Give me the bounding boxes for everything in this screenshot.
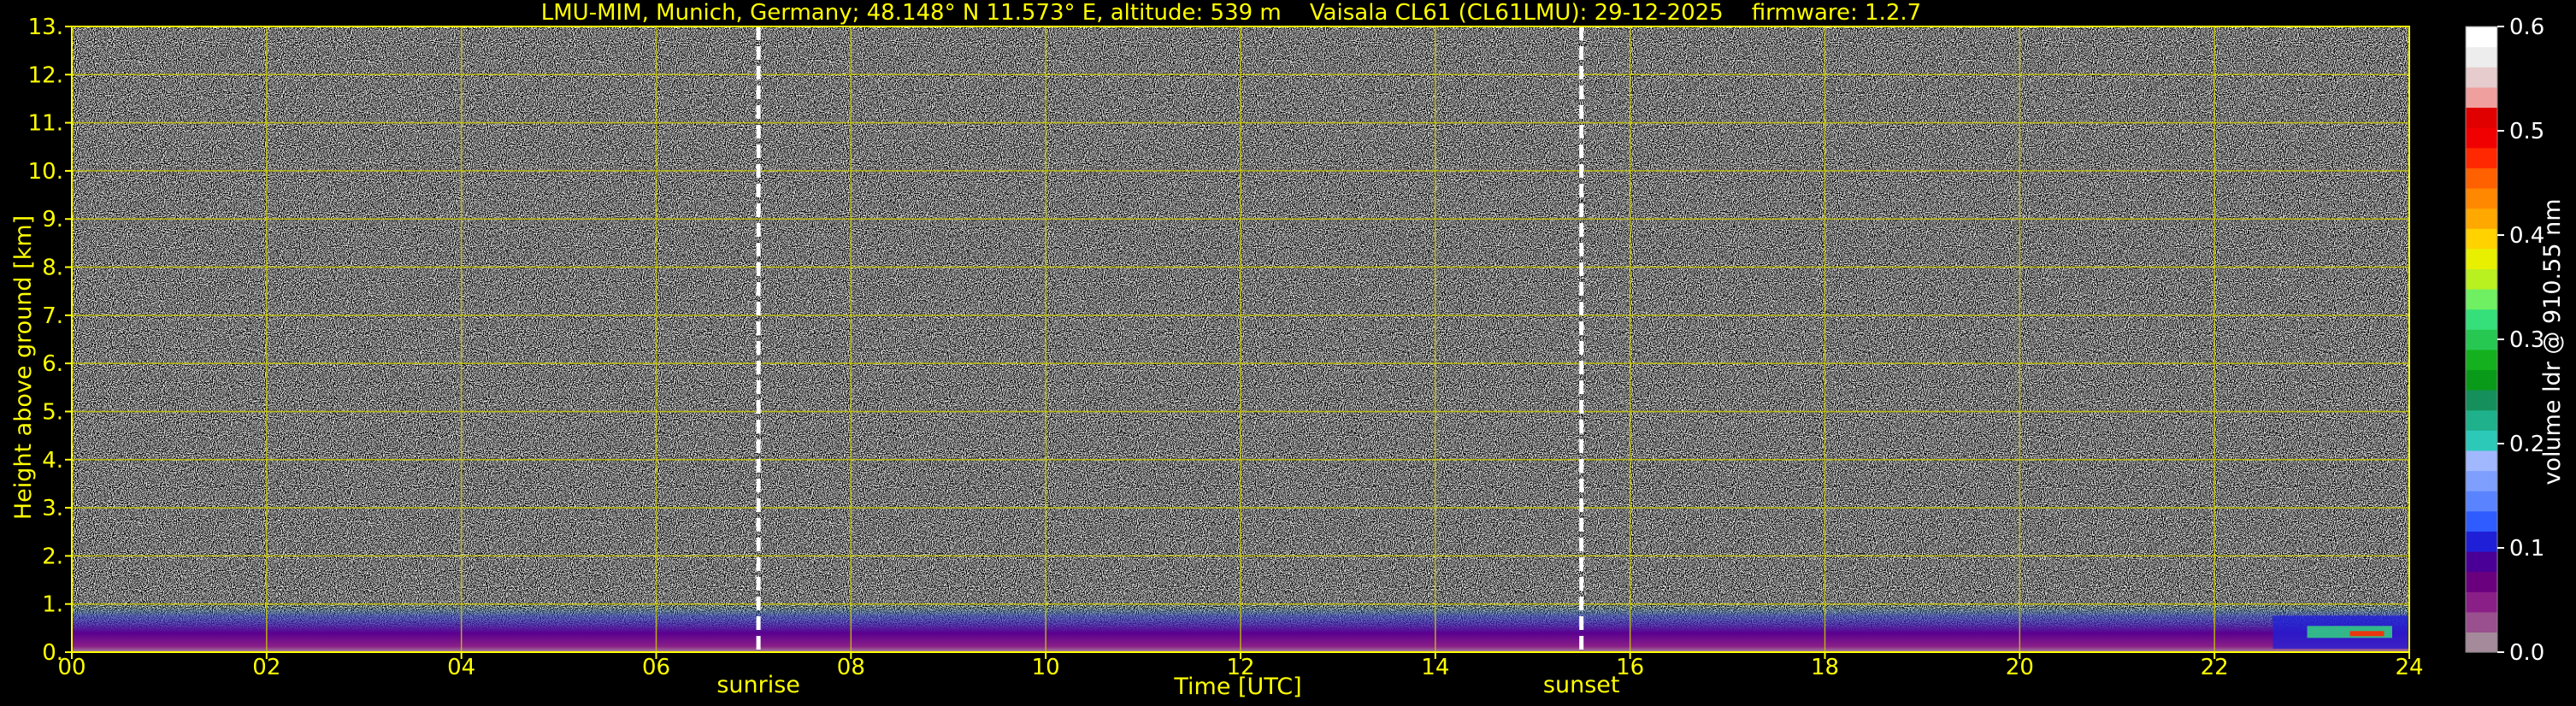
x-tick-label: 20 bbox=[2006, 655, 2034, 680]
high-ldr-patch-red bbox=[2349, 631, 2384, 637]
colorbar-swatch bbox=[2466, 268, 2497, 290]
colorbar-tick-label: 0.5 bbox=[2509, 119, 2544, 144]
colorbar-swatch bbox=[2466, 390, 2497, 411]
y-tick-label: 11. bbox=[28, 111, 63, 137]
x-tick-label: 16 bbox=[1616, 655, 1644, 680]
colorbar-swatch bbox=[2466, 571, 2497, 592]
colorbar-swatch bbox=[2466, 208, 2497, 229]
colorbar-swatch bbox=[2466, 349, 2497, 371]
colorbar-swatch bbox=[2466, 67, 2497, 88]
sunset-label: sunset bbox=[1543, 672, 1620, 698]
colorbar-swatch bbox=[2466, 107, 2497, 128]
colorbar-swatch bbox=[2466, 26, 2497, 48]
y-tick-label: 1. bbox=[42, 592, 63, 618]
colorbar-swatch bbox=[2466, 531, 2497, 552]
colorbar-tick-label: 0.1 bbox=[2509, 536, 2544, 562]
colorbar-swatch bbox=[2466, 409, 2497, 431]
y-tick-label: 2. bbox=[42, 544, 63, 569]
y-tick-label: 7. bbox=[42, 303, 63, 329]
colorbar-tick-label: 0.6 bbox=[2509, 15, 2544, 40]
x-tick-label: 02 bbox=[252, 655, 280, 680]
colorbar-swatch bbox=[2466, 550, 2497, 573]
colorbar-swatch bbox=[2466, 127, 2497, 149]
y-tick-label: 0. bbox=[42, 640, 63, 666]
x-tick-label: 10 bbox=[1032, 655, 1060, 680]
colorbar-swatch bbox=[2466, 510, 2497, 532]
colorbar-swatch bbox=[2466, 248, 2497, 269]
ldr-heatmap-svg: sunrise sunset00 02 04 06 08 10 12 14 16 18 20 22 240… bbox=[28, 15, 2545, 698]
colorbar-swatch bbox=[2466, 288, 2497, 310]
y-tick-label: 9. bbox=[42, 207, 63, 232]
y-tick-label: 10. bbox=[28, 159, 63, 185]
colorbar-swatch bbox=[2466, 632, 2497, 653]
x-axis-label: Time [UTC] bbox=[1174, 674, 1302, 700]
colorbar-swatch bbox=[2466, 450, 2497, 472]
colorbar-swatch bbox=[2466, 309, 2497, 330]
x-tick-label: 06 bbox=[642, 655, 670, 680]
colorbar: 0.00.10.20.30.40.50.6 bbox=[2465, 15, 2544, 666]
colorbar-swatch bbox=[2466, 86, 2497, 109]
y-tick-label: 4. bbox=[42, 448, 63, 474]
colorbar-swatch bbox=[2466, 228, 2497, 250]
colorbar-swatch bbox=[2466, 168, 2497, 189]
colorbar-label: volume ldr @ 910.55 nm bbox=[2539, 198, 2566, 485]
x-tick-label: 24 bbox=[2395, 655, 2423, 680]
y-tick-label: 3. bbox=[42, 496, 63, 521]
x-tick-label: 22 bbox=[2201, 655, 2229, 680]
x-tick-label: 08 bbox=[837, 655, 865, 680]
x-tick-label: 18 bbox=[1811, 655, 1839, 680]
colorbar-swatch bbox=[2466, 187, 2497, 209]
y-tick-label: 6. bbox=[42, 351, 63, 377]
colorbar-swatch bbox=[2466, 591, 2497, 613]
y-axis-label: Height above ground [km] bbox=[10, 215, 37, 521]
colorbar-tick-label: 0.0 bbox=[2509, 640, 2544, 666]
y-tick-label: 5. bbox=[42, 399, 63, 425]
ceilometer-plot: LMU-MIM, Munich, Germany; 48.148° N 11.5… bbox=[0, 0, 2576, 706]
colorbar-swatch bbox=[2466, 430, 2497, 451]
colorbar-swatch bbox=[2466, 46, 2497, 68]
sunrise-label: sunrise bbox=[716, 672, 800, 698]
colorbar-swatch bbox=[2466, 611, 2497, 632]
y-tick-label: 8. bbox=[42, 256, 63, 281]
colorbar-swatch bbox=[2466, 147, 2497, 168]
colorbar-swatch bbox=[2466, 491, 2497, 512]
colorbar-swatch bbox=[2466, 369, 2497, 391]
colorbar-swatch bbox=[2466, 470, 2497, 491]
x-tick-label: 14 bbox=[1421, 655, 1449, 680]
y-tick-label: 12. bbox=[28, 62, 63, 88]
x-tick-label: 04 bbox=[447, 655, 475, 680]
y-tick-label: 13. bbox=[28, 15, 63, 40]
colorbar-swatch bbox=[2466, 329, 2497, 350]
